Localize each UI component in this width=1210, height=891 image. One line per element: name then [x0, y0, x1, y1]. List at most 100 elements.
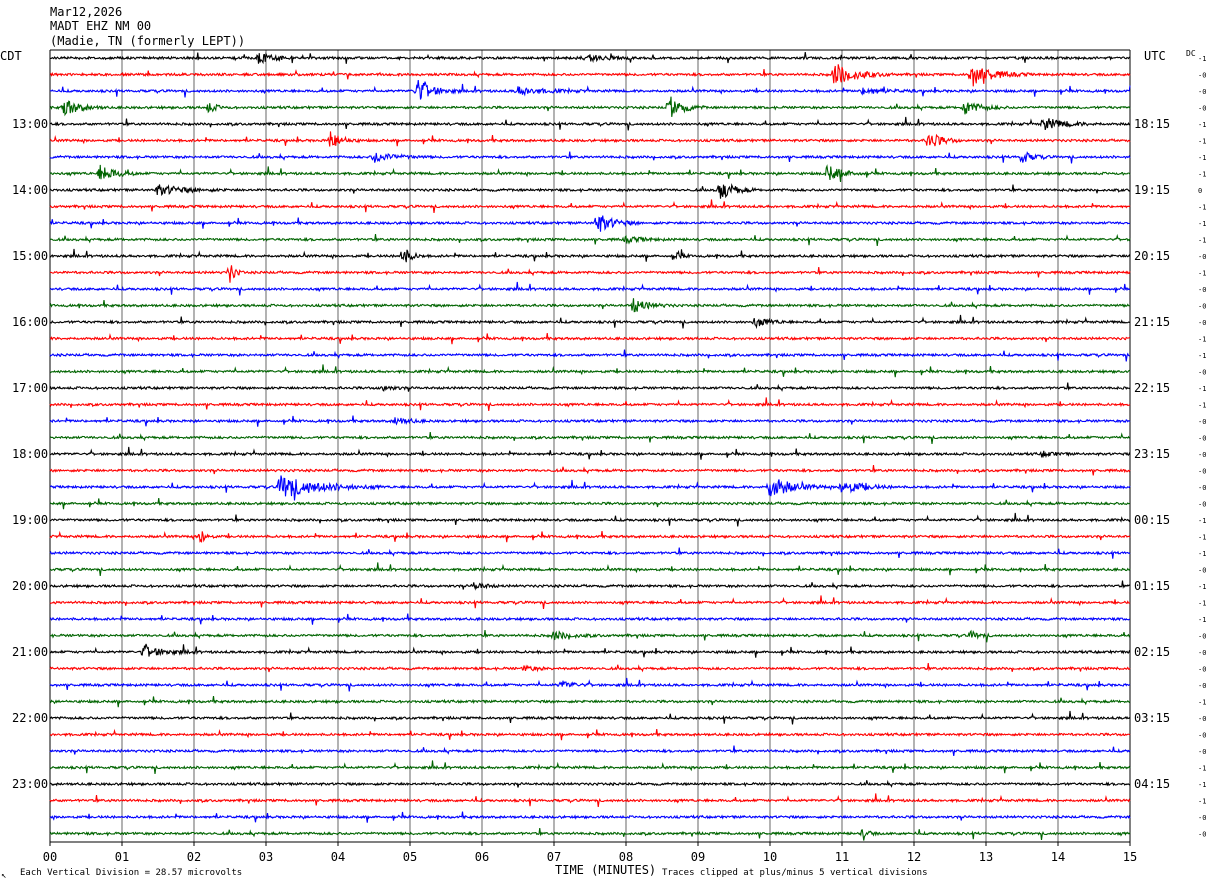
dc-offset-label: -0: [1198, 451, 1206, 459]
dc-offset-label: -1: [1198, 171, 1206, 179]
left-hour-label: 16:00: [12, 315, 48, 329]
x-tick-label: 06: [475, 850, 489, 864]
trace-row: [49, 629, 1131, 643]
dc-offset-label: -0: [1198, 72, 1206, 80]
right-hour-label: 01:15: [1134, 579, 1170, 593]
left-hour-label: 22:00: [12, 711, 48, 725]
trace-row: [49, 695, 1131, 708]
dc-offset-label: -1: [1198, 550, 1206, 558]
right-timezone-label: UTC: [1144, 49, 1166, 63]
left-hour-label: 13:00: [12, 117, 48, 131]
right-hour-label: 22:15: [1134, 381, 1170, 395]
trace-row: [49, 215, 1131, 232]
trace-row: [49, 562, 1131, 576]
minute-gridlines: [49, 49, 1131, 846]
dc-offset-label: -1: [1198, 765, 1206, 773]
x-tick-label: 05: [403, 850, 417, 864]
left-hour-label: 14:00: [12, 183, 48, 197]
trace-row: [49, 643, 1131, 658]
helicorder-chart: Mar12,2026 MADT EHZ NM 00 (Madie, TN (fo…: [0, 0, 1210, 886]
right-hour-label: 19:15: [1134, 183, 1170, 197]
header-location: (Madie, TN (formerly LEPT)): [50, 34, 245, 48]
trace-row: [49, 265, 1131, 283]
dc-offset-label: -1: [1198, 352, 1206, 360]
trace-row: [49, 464, 1131, 476]
right-hour-label: 03:15: [1134, 711, 1170, 725]
dc-header-label: DC: [1186, 49, 1196, 58]
dc-offset-label: 0: [1198, 187, 1202, 195]
left-timezone-label: CDT: [0, 49, 22, 63]
header-station: MADT EHZ NM 00: [50, 19, 151, 33]
x-tick-label: 10: [763, 850, 777, 864]
trace-row: [49, 760, 1131, 774]
x-tick-label: 14: [1051, 850, 1065, 864]
left-hour-label: 20:00: [12, 579, 48, 593]
dc-offset-label: -0: [1198, 88, 1206, 96]
trace-row: [49, 199, 1131, 213]
trace-row: [49, 151, 1131, 164]
dc-offset-label: -1: [1198, 385, 1206, 393]
dc-offset-label: -1: [1198, 336, 1206, 344]
dc-offset-label: -0: [1198, 418, 1206, 426]
dc-offset-label: -0: [1198, 732, 1206, 740]
trace-row: [49, 580, 1131, 591]
trace-row: [49, 96, 1131, 117]
trace-row: [49, 248, 1131, 263]
dc-offset-label: -1: [1198, 154, 1206, 162]
header-date: Mar12,2026: [50, 5, 122, 19]
dc-offset-label: -0: [1198, 435, 1206, 443]
dc-offset-label: -1: [1198, 237, 1206, 245]
trace-row: [49, 164, 1131, 183]
x-tick-label: 08: [619, 850, 633, 864]
x-tick-label: 04: [331, 850, 345, 864]
left-hour-label: 19:00: [12, 513, 48, 527]
dc-offset-label: -1: [1198, 583, 1206, 591]
axis-labels: 00 01 02 03 04 05 06 07 08 09 10 11 12 13 14 15 -1 -0 -0 -0…: [12, 55, 1206, 864]
x-tick-label: 07: [547, 850, 561, 864]
x-tick-label: 09: [691, 850, 705, 864]
trace-row: [49, 595, 1131, 609]
x-tick-label: 01: [115, 850, 129, 864]
dc-offset-label: -0: [1198, 748, 1206, 756]
trace-row: [49, 613, 1131, 625]
dc-offset-label: -0: [1198, 682, 1206, 690]
dc-offset-label: -1: [1198, 534, 1206, 542]
trace-row: [49, 131, 1131, 147]
dc-offset-label: -1: [1198, 699, 1206, 707]
dc-offset-label: -1: [1198, 270, 1206, 278]
left-hour-label: 21:00: [12, 645, 48, 659]
right-hour-label: 20:15: [1134, 249, 1170, 263]
x-tick-label: 00: [43, 850, 57, 864]
dc-offset-label: -1: [1198, 138, 1206, 146]
dc-offset-label: -1: [1198, 798, 1206, 806]
vertical-division-note: Each Vertical Division = 28.57 microvolt…: [20, 868, 242, 878]
x-tick-label: 15: [1123, 850, 1137, 864]
trace-row: [49, 116, 1131, 131]
trace-row: [49, 530, 1131, 543]
dc-offset-label: -0: [1198, 105, 1206, 113]
trace-row: [49, 298, 1131, 313]
right-hour-label: 18:15: [1134, 117, 1170, 131]
dc-offset-label: -0: [1198, 468, 1206, 476]
trace-row: [49, 314, 1131, 330]
dc-offset-label: -1: [1198, 781, 1206, 789]
left-hour-label: 17:00: [12, 381, 48, 395]
trace-row: [49, 728, 1131, 741]
dc-offset-label: -0: [1198, 666, 1206, 674]
trace-row: [49, 364, 1131, 378]
trace-row: [49, 233, 1131, 246]
dc-offset-label: -0: [1198, 831, 1206, 839]
left-hour-label: 23:00: [12, 777, 48, 791]
x-tick-label: 03: [259, 850, 273, 864]
corner-arrow-icon: ↖: [1, 871, 6, 881]
dc-offset-label: -0: [1198, 303, 1206, 311]
clipping-note: Traces clipped at plus/minus 5 vertical …: [662, 868, 928, 878]
dc-offset-label: -0: [1198, 484, 1206, 492]
trace-row: [49, 827, 1131, 841]
x-tick-label: 11: [835, 850, 849, 864]
right-hour-label: 02:15: [1134, 645, 1170, 659]
seismogram-plot: Mar12,2026 MADT EHZ NM 00 (Madie, TN (fo…: [0, 5, 1206, 881]
trace-row: [49, 397, 1131, 411]
trace-row: [49, 793, 1131, 807]
dc-offset-label: -0: [1198, 567, 1206, 575]
